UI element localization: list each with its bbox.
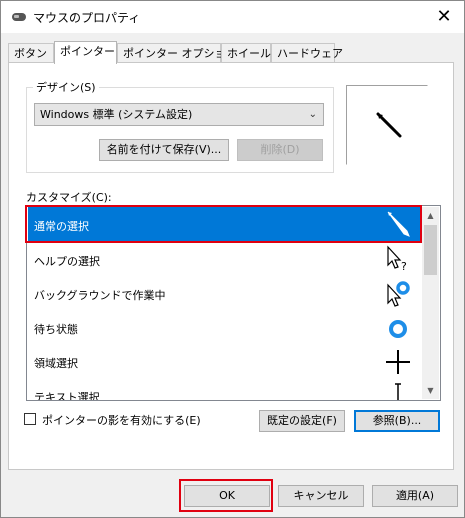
scheme-select[interactable]: Windows 標準 (システム設定) ⌄ [34, 103, 324, 126]
text-select-cursor-icon [395, 383, 401, 400]
list-item-label: 待ち状態 [34, 323, 78, 336]
list-item-label: ヘルプの選択 [34, 255, 100, 268]
pointer-shadow-checkbox[interactable] [24, 413, 36, 425]
scroll-up-icon[interactable]: ▲ [422, 207, 439, 224]
title-bar[interactable]: マウスのプロパティ ✕ [1, 1, 464, 33]
list-item-working-background[interactable]: バックグラウンドで作業中 [28, 276, 423, 310]
tab-pointer-options[interactable]: ポインター オプション [117, 43, 237, 62]
list-scrollbar[interactable]: ▲ ▼ [422, 207, 439, 399]
precision-select-cursor-icon [386, 350, 410, 374]
browse-button[interactable]: 参照(B)... [354, 410, 440, 432]
tab-buttons[interactable]: ボタン [8, 43, 54, 62]
use-default-button[interactable]: 既定の設定(F) [259, 410, 345, 432]
close-button[interactable]: ✕ [432, 5, 456, 29]
window-title: マウスのプロパティ [33, 11, 141, 25]
tab-hardware[interactable]: ハードウェア [271, 43, 343, 62]
cancel-button[interactable]: キャンセル [278, 485, 364, 507]
cursor-preview [346, 85, 428, 165]
apply-button[interactable]: 適用(A) [372, 485, 458, 507]
list-item-busy[interactable]: 待ち状態 [28, 310, 423, 344]
mouse-icon [12, 13, 26, 21]
svg-text:?: ? [401, 260, 407, 273]
tab-wheel[interactable]: ホイール [221, 43, 271, 62]
scheme-select-value: Windows 標準 (システム設定) [40, 108, 193, 121]
design-group-label: デザイン(S) [33, 79, 99, 95]
customize-label: カスタマイズ(C): [26, 191, 112, 204]
cursor-list[interactable]: 通常の選択 ヘルプの選択 ? バックグラウンドで作業中 待ち状態 領域選択 テキ… [26, 205, 441, 401]
tab-pointers[interactable]: ポインター [54, 41, 117, 64]
help-select-cursor-icon: ? [387, 245, 407, 273]
working-in-background-cursor-icon [387, 281, 410, 307]
list-item-precision-select[interactable]: 領域選択 [28, 344, 423, 378]
list-item-normal-select[interactable]: 通常の選択 [28, 207, 423, 241]
list-item-label: テキスト選択 [34, 391, 100, 401]
list-item-help-select[interactable]: ヘルプの選択 ? [28, 242, 423, 276]
close-icon: ✕ [436, 6, 452, 27]
pointer-shadow-label: ポインターの影を有効にする(E) [42, 414, 201, 427]
ok-button[interactable]: OK [184, 485, 270, 507]
list-item-label: 通常の選択 [34, 220, 89, 233]
scroll-down-icon[interactable]: ▼ [422, 382, 439, 399]
scroll-thumb[interactable] [424, 225, 437, 275]
chevron-down-icon: ⌄ [308, 109, 317, 120]
list-item-label: 領域選択 [34, 357, 78, 370]
busy-cursor-icon [389, 320, 407, 338]
mouse-properties-window: マウスのプロパティ ✕ ボタン ポインター ポインター オプション ホイール ハ… [0, 0, 465, 518]
arrow-cursor-icon [387, 211, 410, 237]
list-item-label: バックグラウンドで作業中 [34, 289, 166, 302]
save-as-button[interactable]: 名前を付けて保存(V)... [99, 139, 229, 161]
list-item-text-select[interactable]: テキスト選択 [28, 378, 423, 401]
pen-cursor-preview-icon [376, 112, 402, 138]
delete-button[interactable]: 削除(D) [237, 139, 323, 161]
